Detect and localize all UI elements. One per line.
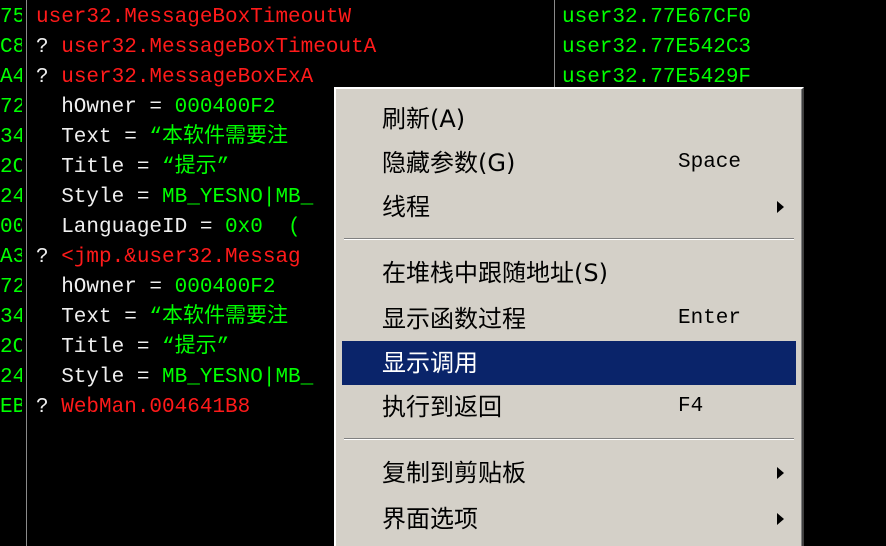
stack-address-fragment: EB [0,396,22,419]
stack-row-prefix: Text = [36,306,150,329]
stack-row[interactable]: Text = “本软件需要注 [36,123,288,153]
stack-row-prefix: ? [36,66,62,89]
stack-address-fragment: 24 [0,366,22,389]
stack-row-prefix: ? [36,36,62,59]
stack-row[interactable]: Text = “本软件需要注 [36,303,288,333]
stack-row[interactable]: LanguageID = 0x0 ( [36,213,301,243]
stack-row-prefix: hOwner = [36,96,175,119]
stack-row-text: “本软件需要注 [149,126,289,149]
stack-row-text: user32.MessageBoxExA [61,66,314,89]
menu-item-label: 刷新(A) [382,105,466,133]
stack-value[interactable]: user32.77E542C3 [562,33,751,63]
menu-item-show-procedure[interactable]: 显示函数过程 Enter [342,297,796,341]
menu-item-execute-till-return[interactable]: 执行到返回 F4 [342,385,796,429]
menu-item-label: 在堆栈中跟随地址(S) [382,259,608,287]
stack-row[interactable]: ? user32.MessageBoxTimeoutA [36,33,376,63]
stack-row-text: user32.MessageBoxTimeoutA [61,36,377,59]
stack-row-prefix: LanguageID = [36,216,226,239]
stack-value[interactable]: user32.77E67CF0 [562,3,751,33]
stack-row-prefix: Title = [36,336,163,359]
menu-item-appearance[interactable]: 界面选项 [342,497,796,541]
stack-row[interactable]: Title = “提示” [36,333,229,363]
stack-address-fragment: C8 [0,36,22,59]
menu-item-shortcut: Enter [678,307,742,330]
stack-row-text: 0x0 ( [225,216,301,239]
menu-item-label: 线程 [382,193,430,221]
stack-address-fragment: 75 [0,6,22,29]
stack-address-fragment: 2C [0,156,22,179]
menu-item-label: 显示调用 [382,349,478,377]
stack-row[interactable]: user32.MessageBoxTimeoutW [36,3,351,33]
stack-row-prefix: Text = [36,126,150,149]
submenu-arrow-icon [777,201,784,213]
menu-item-label: 执行到返回 [382,393,502,421]
stack-row[interactable]: Style = MB_YESNO|MB_ [36,363,313,393]
stack-row-text: “本软件需要注 [149,306,289,329]
stack-row[interactable]: ? <jmp.&user32.Messag [36,243,301,273]
stack-row-prefix: Title = [36,156,163,179]
stack-row[interactable]: Style = MB_YESNO|MB_ [36,183,313,213]
stack-row[interactable]: ? user32.MessageBoxExA [36,63,313,93]
stack-row-text: “提示” [162,336,230,359]
stack-row-prefix: Style = [36,186,163,209]
menu-item-shortcut: F4 [678,395,704,418]
stack-row-text: MB_YESNO|MB_ [162,186,314,209]
stack-row-text: WebMan.004641B8 [61,396,251,419]
stack-row[interactable]: ? WebMan.004641B8 [36,393,250,423]
stack-row[interactable]: hOwner = 000400F2 [36,93,275,123]
stack-row-prefix: ? [36,246,62,269]
menu-separator [344,438,794,440]
stack-row-text: MB_YESNO|MB_ [162,366,314,389]
context-menu: 刷新(A) 隐藏参数(G) Space 线程 在堆栈中跟随地址(S) 显示函数过… [334,87,804,546]
menu-item-copy-to-clipboard[interactable]: 复制到剪贴板 [342,451,796,495]
menu-item-shortcut: Space [678,151,742,174]
stack-address-fragment: A4 [0,66,22,89]
stack-row[interactable]: hOwner = 000400F2 [36,273,275,303]
menu-item-follow-in-stack[interactable]: 在堆栈中跟随地址(S) [342,251,796,295]
stack-row-text: 000400F2 [174,96,276,119]
stack-row-text: user32.MessageBoxTimeoutW [36,6,352,29]
stack-address-fragment: 72 [0,96,22,119]
stack-row-text: 000400F2 [174,276,276,299]
menu-item-refresh[interactable]: 刷新(A) [342,97,796,141]
stack-row-text: “提示” [162,156,230,179]
stack-address-fragment: 00 [0,216,22,239]
stack-row-prefix: Style = [36,366,163,389]
stack-address-fragment: 2C [0,336,22,359]
menu-item-threads[interactable]: 线程 [342,185,796,229]
stack-address-fragment: A3 [0,246,22,269]
stack-address-fragment: 72 [0,276,22,299]
stack-address-fragment: 34 [0,306,22,329]
submenu-arrow-icon [777,513,784,525]
menu-item-label: 界面选项 [382,505,478,533]
menu-item-label: 复制到剪贴板 [382,459,526,487]
stack-row-prefix: hOwner = [36,276,175,299]
submenu-arrow-icon [777,467,784,479]
menu-item-label: 显示函数过程 [382,305,526,333]
stack-address-fragment: 24 [0,186,22,209]
menu-item-show-calls[interactable]: 显示调用 [342,341,796,385]
stack-row-prefix: ? [36,396,62,419]
menu-item-hide-params[interactable]: 隐藏参数(G) Space [342,141,796,185]
stack-row-text: <jmp.&user32.Messag [61,246,301,269]
stack-row[interactable]: Title = “提示” [36,153,229,183]
stack-address-fragment: 34 [0,126,22,149]
menu-separator [344,238,794,240]
column-divider-left [26,0,27,546]
menu-item-label: 隐藏参数(G) [382,149,516,177]
